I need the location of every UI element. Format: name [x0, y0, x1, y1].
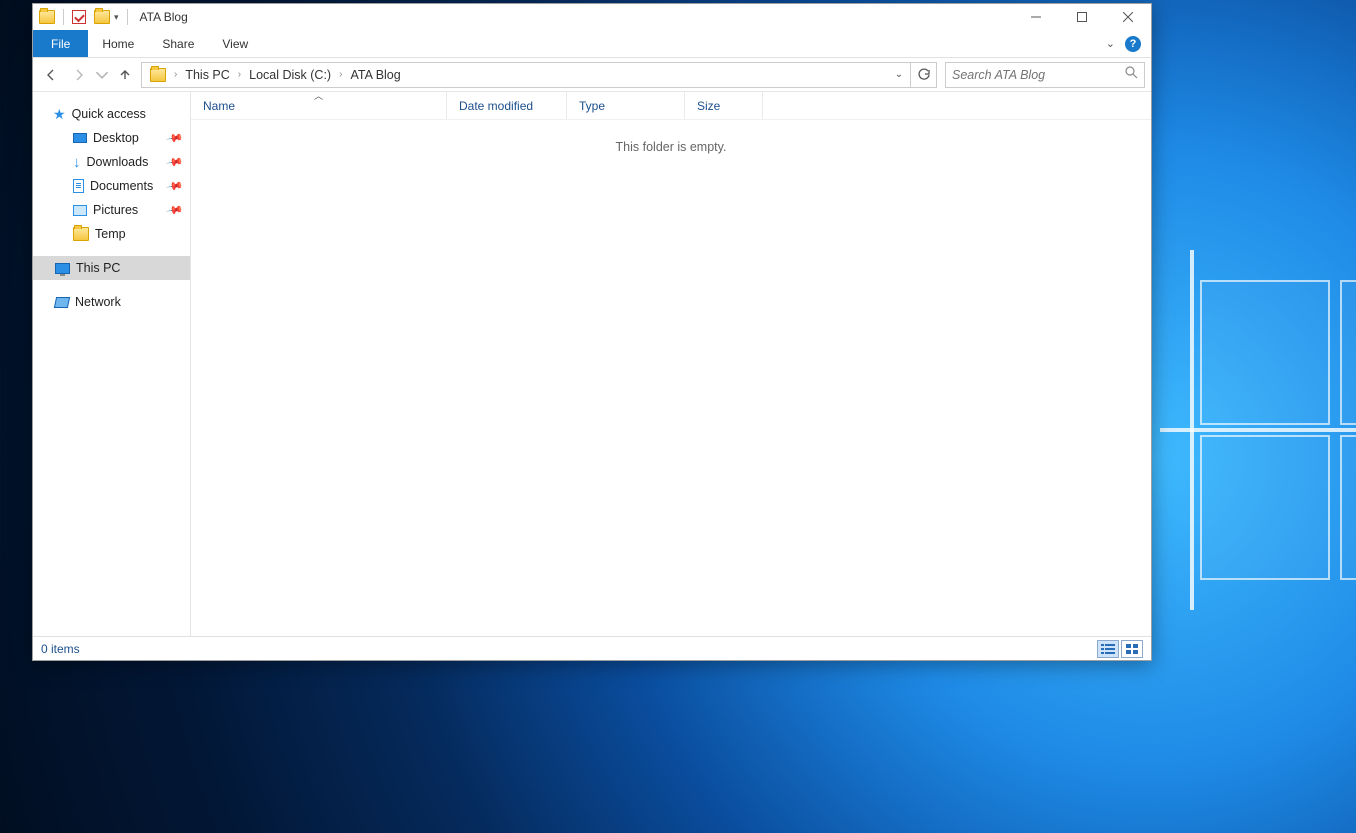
sidebar-item-label: Network	[75, 295, 121, 309]
new-folder-icon[interactable]	[94, 10, 110, 24]
pin-icon: 📌	[166, 177, 185, 196]
sort-asc-icon: ︿	[314, 89, 323, 102]
column-size[interactable]: Size	[685, 92, 763, 119]
navigation-row: › This PC › Local Disk (C:) › ATA Blog ⌄	[33, 58, 1151, 92]
nav-forward-button[interactable]	[67, 63, 91, 87]
column-headers: Name ︿ Date modified Type Size	[191, 92, 1151, 120]
window-title: ATA Blog	[140, 10, 188, 24]
download-icon: ↓	[73, 154, 81, 171]
nav-history-dropdown[interactable]	[95, 63, 109, 87]
chevron-right-icon[interactable]: ›	[234, 69, 245, 80]
column-label: Type	[579, 99, 605, 113]
search-input[interactable]	[952, 68, 1125, 82]
pictures-icon	[73, 205, 87, 216]
address-dropdown-icon[interactable]: ⌄	[888, 69, 910, 80]
pin-icon: 📌	[166, 153, 185, 172]
chevron-right-icon[interactable]: ›	[335, 69, 346, 80]
view-details-button[interactable]	[1097, 640, 1119, 658]
empty-folder-message: This folder is empty.	[191, 120, 1151, 636]
desktop-bg-bar	[1160, 428, 1356, 432]
search-box[interactable]	[945, 62, 1145, 88]
desktop-bg-pane	[1200, 280, 1330, 425]
separator	[63, 9, 64, 25]
search-icon[interactable]	[1125, 66, 1138, 84]
sidebar-item-label: This PC	[76, 261, 120, 275]
sidebar-item-quick-access[interactable]: ★ Quick access	[33, 102, 190, 126]
folder-icon	[73, 227, 89, 241]
pc-icon	[55, 263, 70, 274]
sidebar-item-label: Pictures	[93, 203, 138, 217]
close-button[interactable]	[1105, 4, 1151, 30]
desktop-icon	[73, 133, 87, 143]
breadcrumb-local-disk[interactable]: Local Disk (C:)	[245, 68, 335, 82]
maximize-button[interactable]	[1059, 4, 1105, 30]
pin-icon: 📌	[166, 129, 185, 148]
file-explorer-window: ▾ ATA Blog File Home Share View ⌄ ? › Th…	[32, 3, 1152, 661]
breadcrumb-this-pc[interactable]: This PC	[181, 68, 233, 82]
tab-home[interactable]: Home	[88, 30, 148, 57]
refresh-button[interactable]	[910, 63, 936, 87]
sidebar-item-this-pc[interactable]: This PC	[33, 256, 190, 280]
tab-view[interactable]: View	[208, 30, 262, 57]
desktop-bg-pane	[1200, 435, 1330, 580]
properties-icon[interactable]	[72, 10, 86, 24]
nav-up-button[interactable]	[113, 63, 137, 87]
sidebar-item-downloads[interactable]: ↓ Downloads 📌	[33, 150, 190, 174]
view-thumbnails-button[interactable]	[1121, 640, 1143, 658]
tab-file[interactable]: File	[33, 30, 88, 57]
chevron-right-icon[interactable]: ›	[170, 69, 181, 80]
ribbon-tabs: File Home Share View ⌄ ?	[33, 30, 1151, 58]
tab-share[interactable]: Share	[148, 30, 208, 57]
status-bar: 0 items	[33, 636, 1151, 660]
column-name[interactable]: Name ︿	[191, 92, 447, 119]
ribbon-expand-icon[interactable]: ⌄	[1106, 37, 1115, 50]
column-label: Name	[203, 99, 235, 113]
separator	[127, 9, 128, 25]
sidebar-item-label: Desktop	[93, 131, 139, 145]
network-icon	[54, 297, 70, 308]
nav-back-button[interactable]	[39, 63, 63, 87]
document-icon	[73, 179, 84, 193]
address-bar[interactable]: › This PC › Local Disk (C:) › ATA Blog ⌄	[141, 62, 937, 88]
column-label: Date modified	[459, 99, 533, 113]
sidebar-item-pictures[interactable]: Pictures 📌	[33, 198, 190, 222]
status-item-count: 0 items	[41, 642, 80, 656]
sidebar-item-label: Quick access	[72, 107, 146, 121]
content-pane: Name ︿ Date modified Type Size This fold…	[191, 92, 1151, 636]
minimize-button[interactable]	[1013, 4, 1059, 30]
address-folder-icon[interactable]	[146, 68, 170, 82]
sidebar-item-label: Temp	[95, 227, 126, 241]
sidebar-item-temp[interactable]: Temp	[33, 222, 190, 246]
column-label: Size	[697, 99, 720, 113]
sidebar-item-label: Downloads	[87, 155, 149, 169]
breadcrumb-current-folder[interactable]: ATA Blog	[346, 68, 404, 82]
sidebar-item-label: Documents	[90, 179, 153, 193]
desktop-bg-pane	[1340, 280, 1356, 425]
desktop-bg-pane	[1340, 435, 1356, 580]
column-type[interactable]: Type	[567, 92, 685, 119]
qat-dropdown-icon[interactable]: ▾	[114, 12, 119, 23]
sidebar-item-desktop[interactable]: Desktop 📌	[33, 126, 190, 150]
sidebar-item-network[interactable]: Network	[33, 290, 190, 314]
column-date-modified[interactable]: Date modified	[447, 92, 567, 119]
sidebar-item-documents[interactable]: Documents 📌	[33, 174, 190, 198]
pin-icon: 📌	[166, 201, 185, 220]
star-icon: ★	[53, 106, 66, 123]
help-icon[interactable]: ?	[1125, 36, 1141, 52]
folder-icon	[39, 10, 55, 24]
navigation-pane: ★ Quick access Desktop 📌 ↓ Downloads 📌 D…	[33, 92, 191, 636]
title-bar[interactable]: ▾ ATA Blog	[33, 4, 1151, 30]
